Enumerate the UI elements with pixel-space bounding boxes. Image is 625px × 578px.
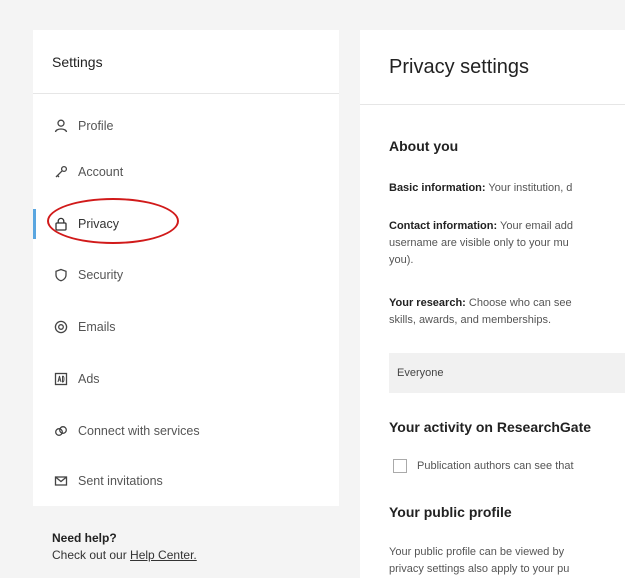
sidebar-item-emails[interactable]: Emails <box>33 312 339 342</box>
research-visibility-select[interactable]: Everyone <box>389 353 625 393</box>
publication-authors-checkbox[interactable] <box>393 459 407 473</box>
sidebar-item-label: Privacy <box>78 217 119 231</box>
basic-information-label: Basic information: <box>389 182 486 194</box>
sidebar-item-label: Ads <box>78 372 100 386</box>
sidebar-title: Settings <box>33 30 339 94</box>
public-profile-heading: Your public profile <box>389 504 512 520</box>
contact-information-text: Contact information: Your email add user… <box>389 218 625 269</box>
sidebar-item-ads[interactable]: Ads <box>33 364 339 394</box>
shield-icon <box>52 266 70 284</box>
contact-line-2: username are visible only to your mu <box>389 237 569 249</box>
help-title: Need help? <box>52 531 117 545</box>
at-icon <box>52 318 70 336</box>
sidebar-item-label: Connect with services <box>78 424 200 438</box>
sidebar-item-label: Sent invitations <box>78 474 163 488</box>
settings-sidebar: Settings Profile Account Privacy Securit… <box>33 30 339 506</box>
sidebar-item-connect-services[interactable]: Connect with services <box>33 416 339 446</box>
page-title: Privacy settings <box>360 30 625 105</box>
sidebar-item-profile[interactable]: Profile <box>33 111 339 141</box>
public-profile-text: Your public profile can be viewed by pri… <box>389 544 625 578</box>
sidebar-item-sent-invitations[interactable]: Sent invitations <box>33 466 339 496</box>
your-research-desc: Choose who can see <box>465 297 572 309</box>
sidebar-item-account[interactable]: Account <box>33 157 339 187</box>
active-indicator <box>33 209 36 239</box>
checkbox-label: Publication authors can see that <box>417 460 574 472</box>
help-section: Need help? Check out our Help Center. <box>52 530 197 564</box>
basic-information-text: Basic information: Your institution, d <box>389 180 625 197</box>
sidebar-item-label: Security <box>78 268 124 282</box>
ads-icon <box>52 370 70 388</box>
help-center-link[interactable]: Help Center. <box>130 548 197 562</box>
activity-heading: Your activity on ResearchGate <box>389 419 592 435</box>
your-research-text: Your research: Choose who can see skills… <box>389 295 625 329</box>
person-icon <box>52 117 70 135</box>
contact-information-desc: Your email add <box>497 220 574 232</box>
sidebar-item-label: Account <box>78 165 124 179</box>
help-prefix: Check out our <box>52 548 131 562</box>
lock-icon <box>52 215 70 233</box>
sidebar-item-privacy[interactable]: Privacy <box>33 198 339 244</box>
envelope-icon <box>52 472 70 490</box>
contact-line-3: you). <box>389 254 414 266</box>
your-research-label: Your research: <box>389 297 466 309</box>
privacy-settings-panel: Privacy settings About you Basic informa… <box>360 30 625 578</box>
public-line-2: privacy settings also apply to your pu <box>389 563 570 575</box>
sidebar-item-label: Emails <box>78 320 116 334</box>
sidebar-item-security[interactable]: Security <box>33 260 339 290</box>
publication-authors-option[interactable]: Publication authors can see that <box>393 459 574 473</box>
basic-information-desc: Your institution, d <box>485 182 573 194</box>
link-icon <box>52 422 70 440</box>
select-value: Everyone <box>397 367 444 379</box>
key-icon <box>52 163 70 181</box>
public-line-1: Your public profile can be viewed by <box>389 546 565 558</box>
sidebar-item-label: Profile <box>78 119 114 133</box>
help-text: Check out our Help Center. <box>52 547 197 564</box>
contact-information-label: Contact information: <box>389 220 498 232</box>
research-line-2: skills, awards, and memberships. <box>389 314 552 326</box>
about-you-heading: About you <box>389 138 459 154</box>
